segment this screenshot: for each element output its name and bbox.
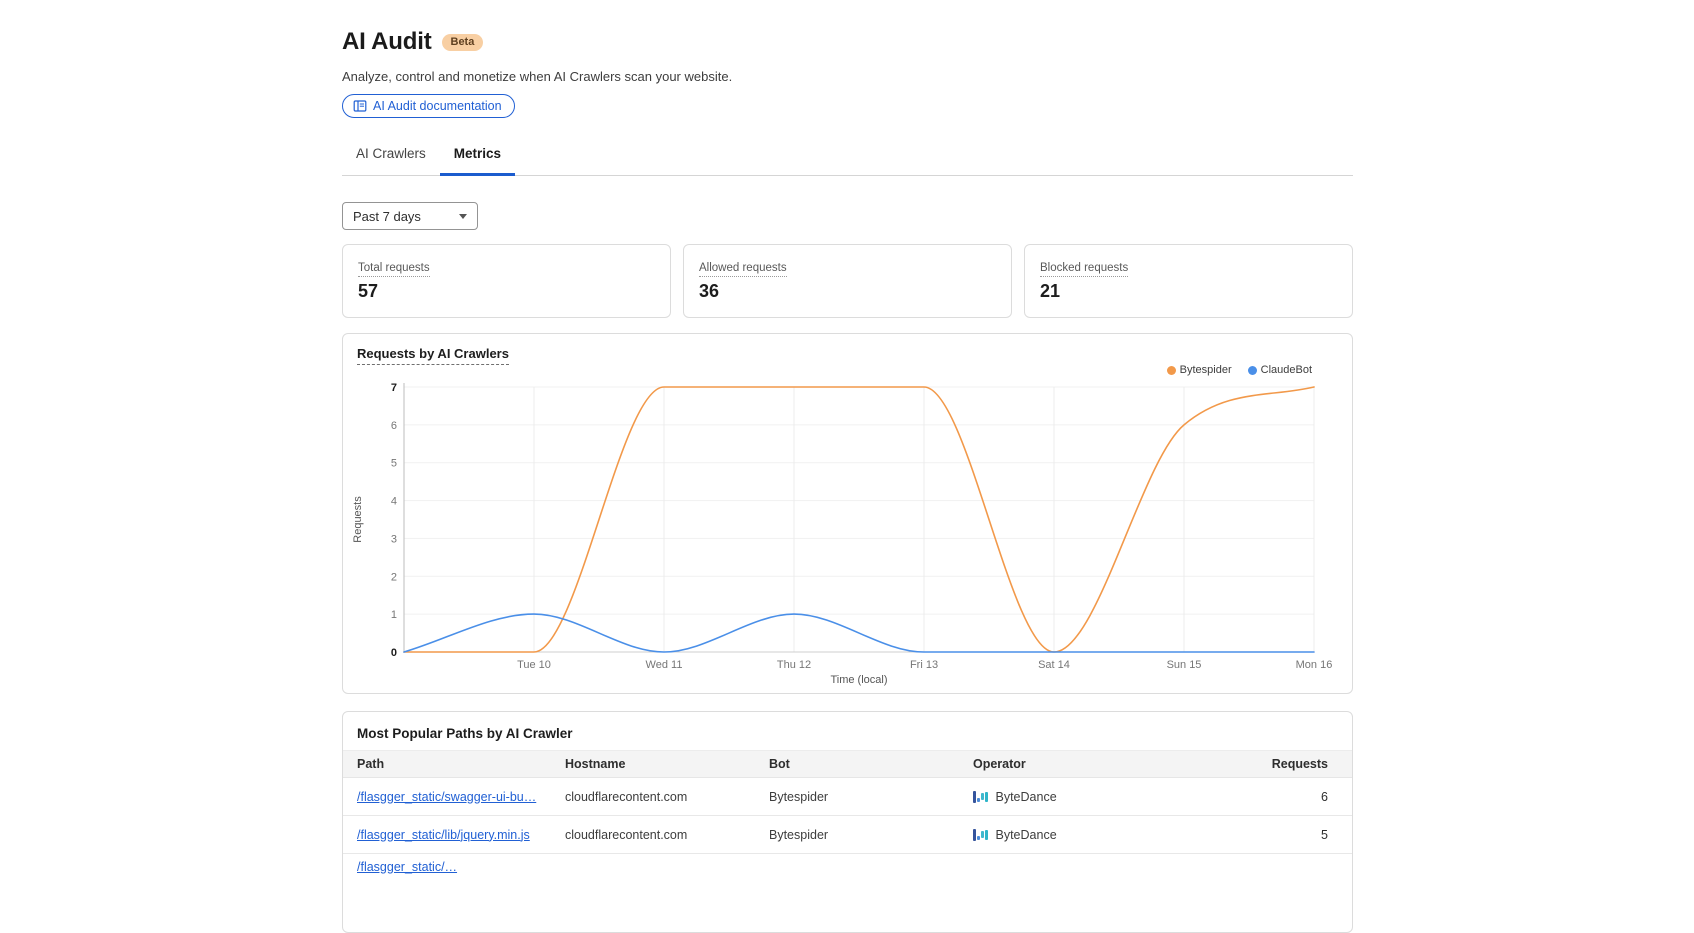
chevron-down-icon	[459, 214, 467, 219]
svg-text:6: 6	[391, 420, 397, 432]
bot-cell: Bytespider	[769, 828, 973, 842]
svg-text:1: 1	[391, 609, 397, 621]
svg-text:Time (local): Time (local)	[830, 674, 887, 686]
tab-bar: AI Crawlers Metrics	[342, 138, 1353, 176]
requests-cell: 6	[1232, 790, 1328, 804]
path-link[interactable]: /flasgger_static/…	[357, 860, 457, 874]
column-header-path: Path	[357, 757, 565, 771]
table-row-partial: /flasgger_static/…	[343, 854, 1352, 892]
svg-text:0: 0	[391, 647, 397, 659]
svg-text:3: 3	[391, 533, 397, 545]
operator-cell: ByteDance	[996, 828, 1057, 842]
tab-metrics[interactable]: Metrics	[440, 138, 515, 175]
column-header-hostname: Hostname	[565, 757, 769, 771]
stat-card-blocked-requests: Blocked requests 21	[1024, 244, 1353, 318]
stat-card-allowed-requests: Allowed requests 36	[683, 244, 1012, 318]
date-range-dropdown[interactable]: Past 7 days	[342, 202, 478, 230]
beta-badge: Beta	[442, 34, 484, 51]
svg-text:Wed 11: Wed 11	[646, 659, 683, 671]
table-row: /flasgger_static/swagger-ui-bu… cloudfla…	[343, 778, 1352, 816]
svg-text:Sat 14: Sat 14	[1038, 659, 1070, 671]
bytedance-logo-icon	[973, 828, 988, 842]
stat-value: 21	[1040, 281, 1337, 302]
path-link[interactable]: /flasgger_static/swagger-ui-bu…	[357, 790, 536, 804]
page-title: AI Audit	[342, 28, 432, 56]
svg-text:Requests: Requests	[352, 496, 364, 543]
stat-label[interactable]: Blocked requests	[1040, 262, 1128, 277]
requests-line-chart[interactable]: 0 1 2 3 4 5 6 7 Tue 10 Wed 11 Thu 12 Fri 13 Sat 14 Su…	[343, 334, 1354, 695]
stat-label[interactable]: Allowed requests	[699, 262, 787, 277]
requests-cell: 5	[1232, 828, 1328, 842]
bytedance-logo-icon	[973, 790, 988, 804]
path-link[interactable]: /flasgger_static/lib/jquery.min.js	[357, 828, 530, 842]
table-header-row: Path Hostname Bot Operator Requests	[343, 750, 1352, 778]
svg-text:2: 2	[391, 571, 397, 583]
bot-cell: Bytespider	[769, 790, 973, 804]
svg-text:Mon 16: Mon 16	[1296, 659, 1333, 671]
book-icon	[353, 99, 367, 113]
requests-chart-card: Requests by AI Crawlers Bytespider Claud…	[342, 333, 1353, 694]
doc-button-label: AI Audit documentation	[373, 99, 502, 113]
column-header-bot: Bot	[769, 757, 973, 771]
svg-text:Sun 15: Sun 15	[1167, 659, 1202, 671]
table-row: /flasgger_static/lib/jquery.min.js cloud…	[343, 816, 1352, 854]
table-title: Most Popular Paths by AI Crawler	[357, 726, 1338, 741]
column-header-operator: Operator	[973, 757, 1232, 771]
stat-card-total-requests: Total requests 57	[342, 244, 671, 318]
column-header-requests: Requests	[1232, 757, 1328, 771]
operator-cell: ByteDance	[996, 790, 1057, 804]
svg-text:Fri 13: Fri 13	[910, 659, 938, 671]
page-subtitle: Analyze, control and monetize when AI Cr…	[342, 69, 1353, 84]
svg-text:Tue 10: Tue 10	[517, 659, 551, 671]
page-header: AI Audit Beta Analyze, control and monet…	[342, 28, 1353, 118]
svg-text:5: 5	[391, 458, 397, 470]
stat-value: 57	[358, 281, 655, 302]
date-range-value: Past 7 days	[353, 209, 421, 224]
stat-label[interactable]: Total requests	[358, 262, 430, 277]
main-content: AI Audit Beta Analyze, control and monet…	[342, 0, 1353, 933]
stats-row: Total requests 57 Allowed requests 36 Bl…	[342, 244, 1353, 318]
svg-text:4: 4	[391, 496, 397, 508]
ai-audit-documentation-button[interactable]: AI Audit documentation	[342, 94, 515, 118]
hostname-cell: cloudflarecontent.com	[565, 790, 769, 804]
svg-text:7: 7	[391, 382, 397, 394]
tab-ai-crawlers[interactable]: AI Crawlers	[342, 138, 440, 175]
svg-text:Thu 12: Thu 12	[777, 659, 811, 671]
popular-paths-card: Most Popular Paths by AI Crawler Path Ho…	[342, 711, 1353, 933]
stat-value: 36	[699, 281, 996, 302]
hostname-cell: cloudflarecontent.com	[565, 828, 769, 842]
